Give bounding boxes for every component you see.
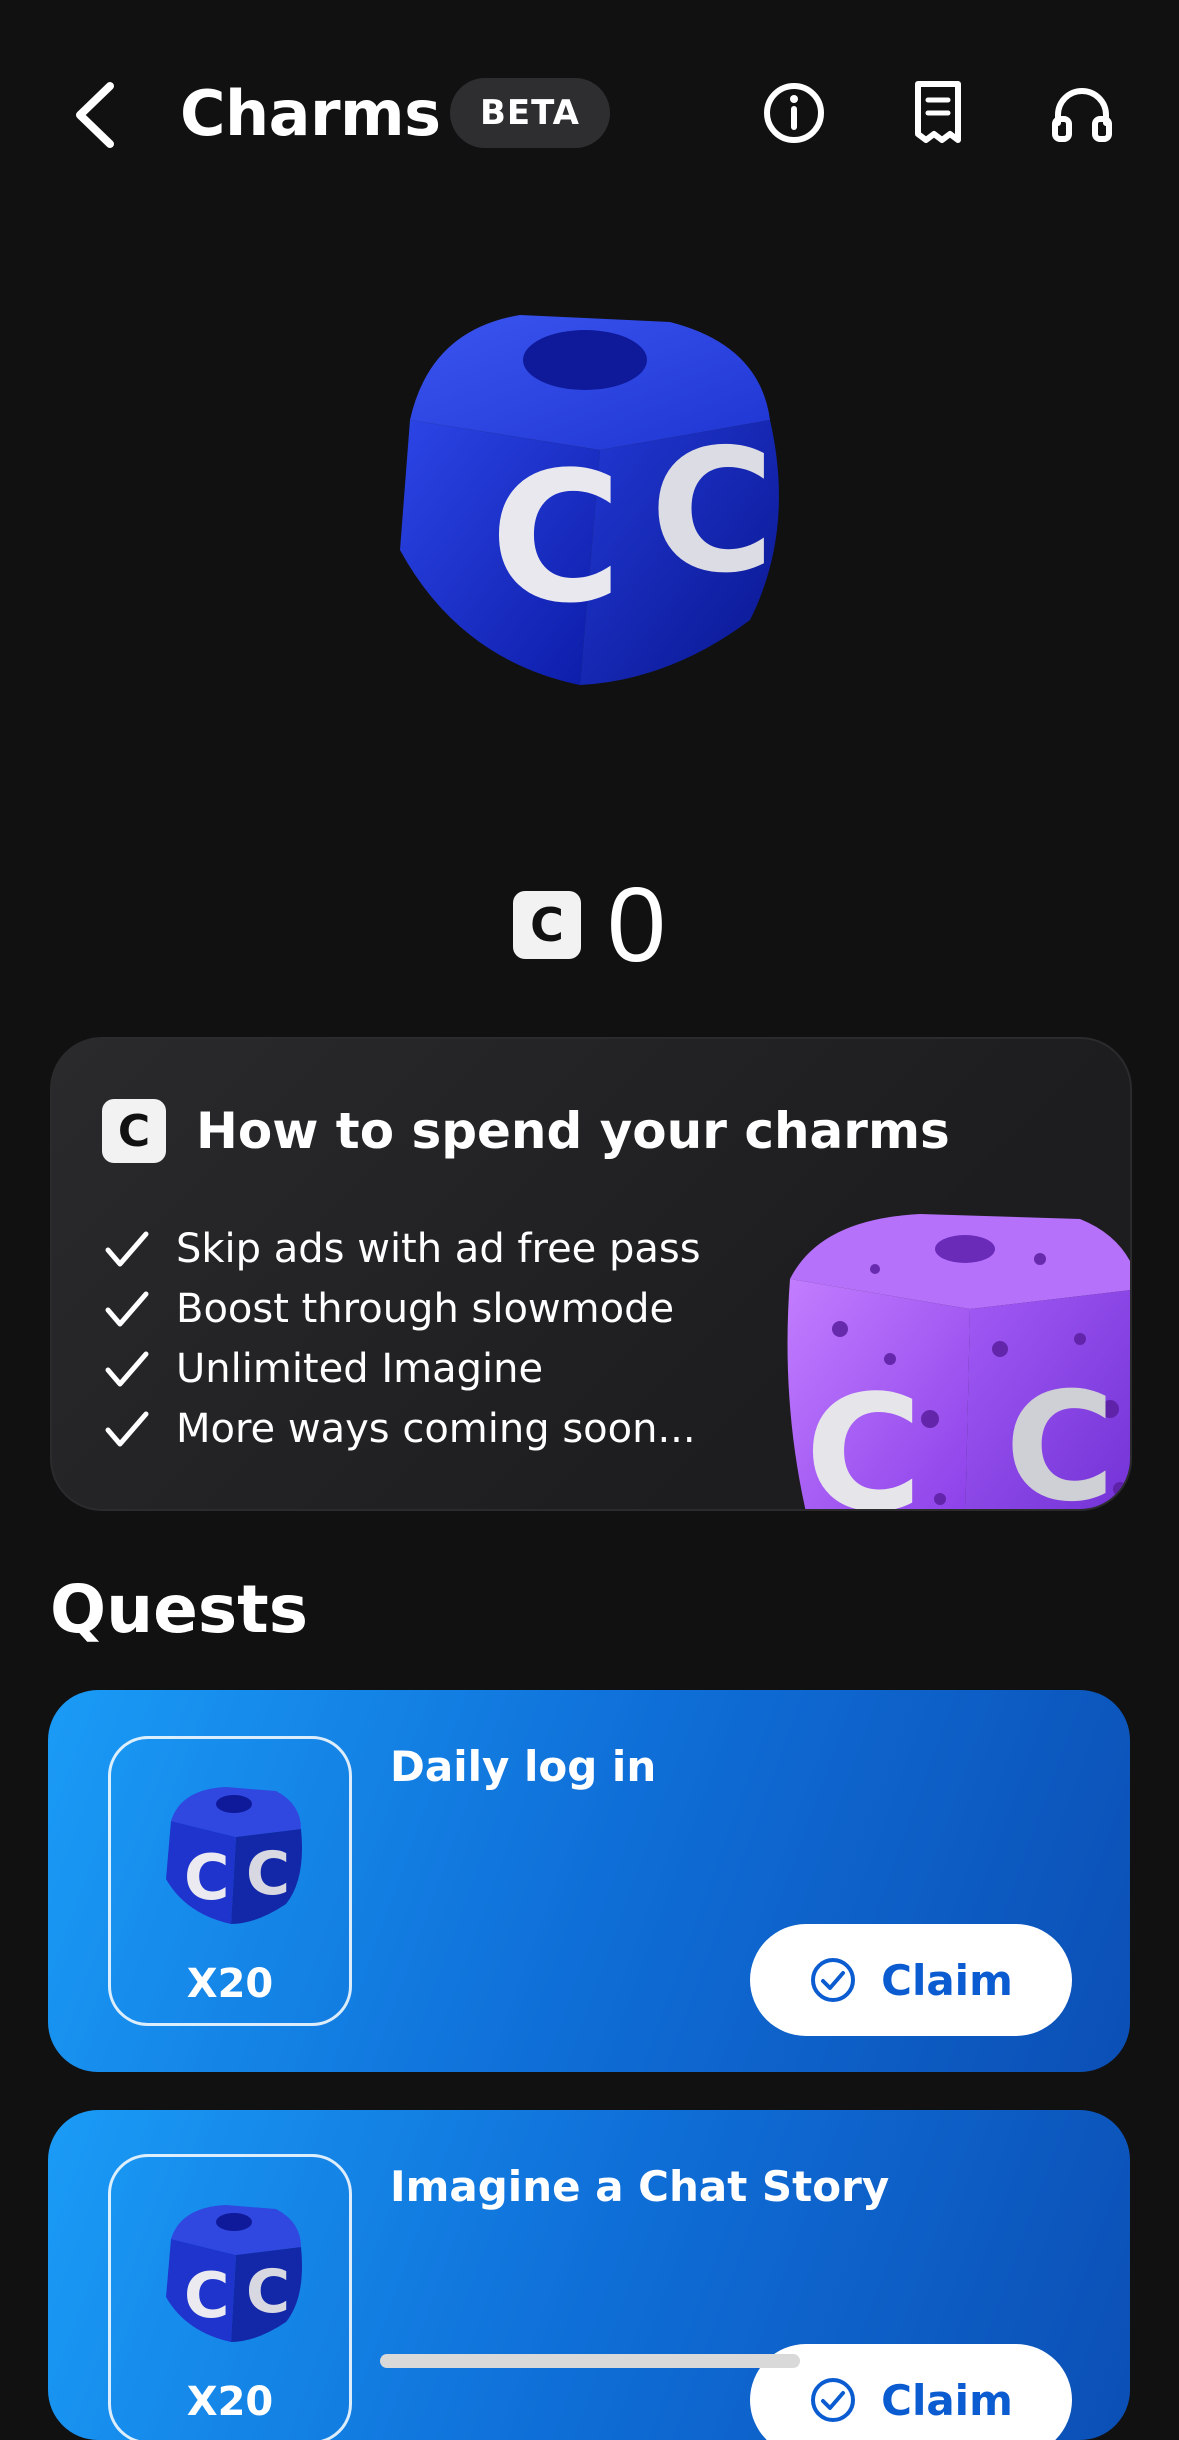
receipt-button[interactable] (888, 68, 988, 158)
svg-text:C: C (246, 2257, 290, 2327)
beta-badge: BETA (450, 78, 610, 148)
hero-charm-cube-image: C C (400, 315, 779, 685)
check-icon (105, 1351, 149, 1387)
quest-reward-box: C C X20 (108, 1736, 352, 2026)
info-icon (764, 83, 824, 143)
benefit-label: Unlimited Imagine (176, 1346, 544, 1392)
check-icon (105, 1231, 149, 1267)
info-button[interactable] (744, 68, 844, 158)
svg-text:C: C (805, 1360, 922, 1511)
charms-balance: C 0 (0, 870, 1179, 980)
check-circle-icon (811, 2378, 856, 2422)
quest-card: C C X20 Imagine a Chat Story Claim (48, 2110, 1130, 2440)
back-button[interactable] (60, 70, 130, 160)
quest-card: C C X20 Daily log in Claim (48, 1690, 1130, 2072)
list-item: Skip ads with ad free pass (104, 1219, 701, 1279)
quest-name: Imagine a Chat Story (390, 2162, 890, 2211)
check-icon (105, 1411, 149, 1447)
benefit-label: Boost through slowmode (176, 1286, 675, 1332)
charm-currency-icon: C (513, 891, 582, 959)
svg-text:C: C (184, 2259, 230, 2332)
charm-cube-icon: C C (166, 2205, 302, 2342)
claim-label: Claim (881, 1955, 1013, 2005)
page-title: Charms (180, 77, 441, 150)
spend-card-title: How to spend your charms (196, 1102, 950, 1160)
svg-text:C: C (490, 434, 622, 643)
benefits-list: Skip ads with ad free pass Boost through… (104, 1219, 701, 1459)
check-circle-icon (811, 1958, 856, 2002)
list-item: Boost through slowmode (104, 1279, 701, 1339)
balance-amount: 0 (607, 866, 666, 984)
charm-cube-icon: C C (166, 1787, 302, 1924)
receipt-icon (915, 81, 961, 143)
claim-button[interactable]: Claim (750, 1924, 1072, 2036)
back-arrow-icon (76, 82, 114, 148)
quest-reward-box: C C X20 (108, 2154, 352, 2440)
svg-text:C: C (1005, 1361, 1115, 1511)
list-item: Unlimited Imagine (104, 1339, 701, 1399)
quest-reward-amount: X20 (186, 2379, 274, 2425)
svg-text:C: C (184, 1841, 230, 1914)
benefit-label: More ways coming soon... (176, 1406, 696, 1452)
support-button[interactable] (1032, 68, 1132, 158)
quests-heading: Quests (50, 1571, 308, 1648)
benefit-label: Skip ads with ad free pass (176, 1226, 701, 1272)
check-icon (105, 1291, 149, 1327)
spend-charms-card: C How to spend your charms Skip ads with… (50, 1037, 1132, 1511)
svg-text:C: C (246, 1839, 290, 1909)
quest-reward-amount: X20 (186, 1961, 274, 2007)
claim-label: Claim (881, 2375, 1013, 2425)
charm-currency-icon: C (102, 1099, 166, 1163)
quest-name: Daily log in (390, 1742, 657, 1791)
home-indicator[interactable] (380, 2354, 800, 2368)
svg-text:C: C (650, 413, 775, 611)
headphones-icon (1052, 88, 1112, 142)
list-item: More ways coming soon... (104, 1399, 701, 1459)
purple-charm-cube-image: C C (787, 1214, 1130, 1511)
